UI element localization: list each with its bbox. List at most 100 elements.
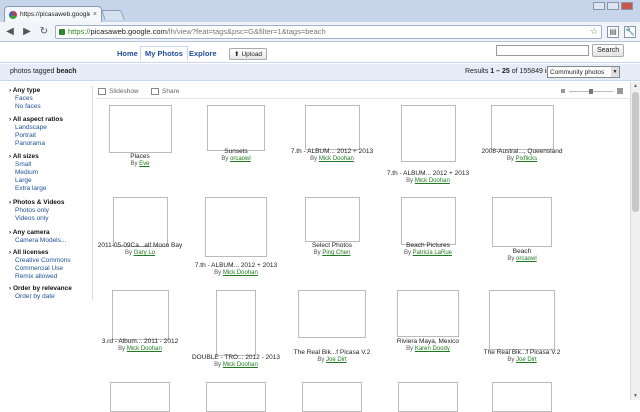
nav-explore[interactable]: Explore (184, 46, 222, 61)
zoom-in-icon[interactable] (617, 88, 623, 94)
photo-caption[interactable]: 7.th - ALBUM... 2012 + 2013 (176, 262, 296, 269)
url-scheme: https:// (68, 27, 91, 36)
maximize-button[interactable] (607, 2, 619, 10)
photo-thumbnail[interactable] (207, 105, 265, 151)
photo-caption[interactable]: 7.th - ALBUM... 2012 + 2013 (368, 170, 488, 177)
author-link[interactable]: Karen Doody (415, 346, 450, 352)
slider-handle[interactable] (589, 89, 593, 94)
byline-prefix: By (404, 250, 411, 256)
photo-thumbnail[interactable] (298, 290, 366, 338)
new-tab-button[interactable] (101, 10, 125, 20)
photo-caption[interactable]: The Real Bik...f Picasa V.2 (462, 349, 582, 356)
filter-option[interactable]: Photos only (9, 207, 65, 215)
filter-option[interactable]: Videos only (9, 215, 65, 223)
photo-thumbnail[interactable] (205, 197, 267, 257)
minimize-button[interactable] (593, 2, 605, 10)
author-link[interactable]: Joe Dirt (516, 357, 537, 363)
photo-thumbnail[interactable] (113, 197, 168, 247)
search-button[interactable]: Search (592, 44, 624, 57)
address-bar[interactable]: https:// picasaweb.google.com /lh/view?f… (55, 25, 602, 39)
tag-heading-prefix: photos tagged (10, 68, 54, 75)
photo-thumbnail[interactable] (112, 290, 169, 340)
url-path: /lh/view?feat=tags&psc=G&filter=1&tags=b… (167, 27, 326, 36)
photo-thumbnail[interactable] (305, 105, 360, 150)
filter-option[interactable]: Extra large (9, 185, 46, 193)
photo-thumbnail[interactable] (491, 105, 554, 150)
photo-thumbnail[interactable] (401, 197, 456, 245)
photo-thumbnail[interactable] (206, 382, 266, 412)
photo-thumbnail[interactable] (110, 382, 170, 412)
photo-thumbnail[interactable] (401, 105, 456, 162)
back-icon[interactable]: ◀ (4, 26, 16, 37)
photo-caption[interactable]: 3.rd - Album... 2011 - 2012 (80, 338, 200, 345)
thumbnail-size-slider[interactable] (561, 89, 627, 95)
author-link[interactable]: Ping Chen (322, 250, 350, 256)
slideshow-icon (98, 88, 106, 95)
author-link[interactable]: Patricia LaRue (413, 250, 452, 256)
author-link[interactable]: Mick Doohan (223, 270, 258, 276)
author-link[interactable]: Joe Dirt (326, 357, 347, 363)
photo-thumbnail[interactable] (398, 382, 458, 412)
photo-thumbnail[interactable] (216, 290, 256, 356)
filter-option[interactable]: Panorama (9, 140, 63, 148)
wrench-icon[interactable]: 🔧 (624, 26, 636, 38)
byline-prefix: By (130, 161, 137, 167)
scroll-up-icon[interactable]: ▲ (633, 83, 638, 89)
photo-caption[interactable]: 2011-05-09Ca...alf Moon Bay (80, 242, 200, 249)
filter-option[interactable]: Remix allowed (9, 273, 71, 281)
author-link[interactable]: orcaowl (230, 156, 251, 162)
slideshow-button[interactable]: Slideshow (98, 88, 139, 95)
filter-option[interactable]: Faces (9, 95, 41, 103)
author-link[interactable]: Mick Doohan (127, 346, 162, 352)
filter-option[interactable]: No faces (9, 103, 41, 111)
bookmark-star-icon[interactable]: ☆ (590, 26, 598, 37)
author-link[interactable]: Mick Doohan (319, 156, 354, 162)
scrollbar-thumb[interactable] (632, 92, 639, 212)
photo-thumbnail[interactable] (302, 382, 362, 412)
photo-thumbnail[interactable] (397, 290, 459, 337)
filter-option[interactable]: Large (9, 177, 46, 185)
filter-group: › Any typeFacesNo faces (9, 87, 41, 111)
photo-caption[interactable]: Beach (462, 248, 582, 255)
zoom-out-icon[interactable] (561, 89, 565, 93)
nav-home[interactable]: Home (112, 46, 143, 61)
page-menu-icon[interactable]: ▤ (607, 26, 619, 38)
filter-option[interactable]: Creative Commons (9, 257, 71, 265)
filter-option[interactable]: Portrait (9, 132, 63, 140)
search-input[interactable] (496, 45, 589, 56)
filter-option[interactable]: Medium (9, 169, 46, 177)
photo-thumbnail[interactable] (109, 105, 172, 153)
photo-caption[interactable]: Riviera Maya, Mexico (368, 338, 488, 345)
photo-thumbnail[interactable] (305, 197, 360, 242)
photo-thumbnail[interactable] (492, 382, 552, 412)
browser-tab[interactable]: https://picasaweb.google.c × (4, 6, 102, 22)
share-button[interactable]: Share (151, 88, 179, 95)
filter-option[interactable]: Commercial Use (9, 265, 71, 273)
author-link[interactable]: orcaowl (516, 256, 537, 262)
author-link[interactable]: Mick Doohan (223, 362, 258, 368)
author-link[interactable]: Eve (139, 161, 149, 167)
filter-option[interactable]: Order by date (9, 293, 72, 301)
author-link[interactable]: Mick Doohan (415, 178, 450, 184)
photo-caption[interactable]: 7.th - ALBUM... 2012 + 2013 (272, 148, 392, 155)
byline-prefix: By (214, 362, 221, 368)
author-link[interactable]: Gary Lo (134, 250, 155, 256)
page-scrollbar[interactable]: ▲ ▼ (630, 82, 640, 400)
filter-option[interactable]: Landscape (9, 124, 63, 132)
photo-byline: By Joe Dirt (272, 357, 392, 363)
forward-icon[interactable]: ▶ (21, 26, 33, 37)
community-filter-select[interactable]: Community photos ▼ (547, 66, 620, 78)
close-window-button[interactable] (621, 2, 633, 10)
reload-icon[interactable]: ↻ (38, 26, 50, 37)
author-link[interactable]: Pixflicks (516, 156, 538, 162)
tab-close-icon[interactable]: × (93, 11, 97, 18)
upload-button[interactable]: ⬆ Upload (229, 48, 267, 60)
nav-my-photos[interactable]: My Photos (140, 46, 188, 61)
photo-thumbnail[interactable] (492, 197, 552, 247)
share-icon (151, 88, 159, 95)
photo-thumbnail[interactable] (489, 290, 555, 350)
photo-caption[interactable]: 2008-Austral..., Queensland (462, 148, 582, 155)
scroll-down-icon[interactable]: ▼ (633, 393, 638, 399)
filter-option[interactable]: Small (9, 161, 46, 169)
filter-option[interactable]: Camera Models... (9, 237, 66, 245)
